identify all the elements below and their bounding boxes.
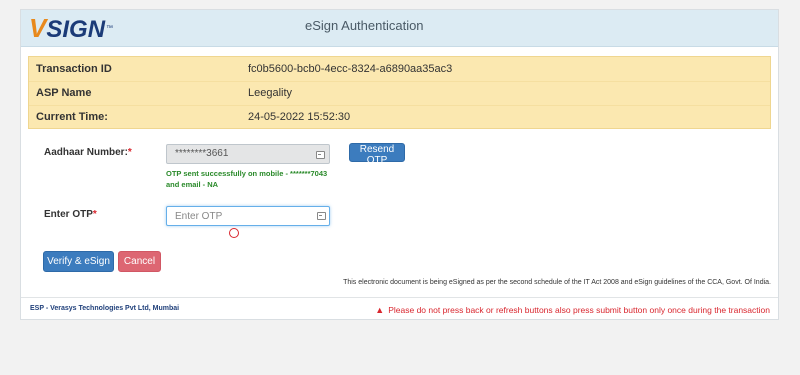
info-row-current-time: Current Time: 24-05-2022 15:52:30 — [29, 105, 770, 129]
info-value: fc0b5600-bcb0-4ecc-8324-a6890aa35ac3 — [248, 63, 453, 75]
page-title: eSign Authentication — [305, 18, 424, 33]
otp-sent-message: OTP sent successfully on mobile - ******… — [166, 168, 356, 190]
footer-bar: ESP - Verasys Technologies Pvt Ltd, Mumb… — [21, 297, 778, 320]
required-asterisk: * — [92, 209, 97, 220]
otp-label: Enter OTP* — [44, 209, 97, 220]
transaction-warning: ▲ Please do not press back or refresh bu… — [375, 305, 770, 315]
otp-input[interactable] — [166, 206, 330, 226]
logo-text: VSIGN — [29, 12, 106, 43]
transaction-info-panel: Transaction ID fc0b5600-bcb0-4ecc-8324-a… — [28, 56, 771, 129]
otp-input-wrapper — [166, 206, 330, 226]
header-bar: VSIGN ™ eSign Authentication — [21, 10, 778, 47]
warning-triangle-icon: ▲ — [375, 305, 385, 315]
vsign-logo: VSIGN ™ — [29, 13, 113, 43]
info-row-asp-name: ASP Name Leegality — [29, 81, 770, 106]
resend-otp-button[interactable]: Resend OTP — [349, 143, 405, 166]
info-value: Leegality — [248, 87, 293, 99]
info-label: Current Time: — [36, 111, 108, 123]
cancel-button[interactable]: Cancel — [118, 251, 161, 272]
esp-provider-text: ESP - Verasys Technologies Pvt Ltd, Mumb… — [30, 305, 180, 312]
legal-disclaimer: This electronic document is being eSigne… — [343, 279, 771, 286]
mouse-cursor-indicator — [229, 228, 239, 238]
aadhaar-number-field: ********3661 — [166, 144, 330, 164]
otp-message-line-2: and email - NA — [166, 180, 219, 189]
aadhaar-label-text: Aadhaar Number: — [44, 147, 128, 158]
aadhaar-label: Aadhaar Number:* — [44, 147, 132, 158]
required-asterisk: * — [127, 147, 132, 158]
otp-message-line-1: OTP sent successfully on mobile - ******… — [166, 169, 328, 178]
autofill-icon — [317, 212, 326, 220]
info-row-transaction-id: Transaction ID fc0b5600-bcb0-4ecc-8324-a… — [29, 57, 770, 82]
warning-text: Please do not press back or refresh butt… — [388, 305, 770, 315]
aadhaar-number-value: ********3661 — [175, 148, 229, 159]
verify-esign-button[interactable]: Verify & eSign — [43, 251, 114, 272]
autofill-icon — [316, 151, 325, 159]
info-label: ASP Name — [36, 87, 92, 99]
otp-label-text: Enter OTP — [44, 209, 93, 220]
info-value: 24-05-2022 15:52:30 — [248, 111, 351, 123]
esign-card: VSIGN ™ eSign Authentication Transaction … — [20, 9, 779, 320]
logo-trademark: ™ — [106, 24, 114, 32]
info-label: Transaction ID — [36, 63, 112, 75]
